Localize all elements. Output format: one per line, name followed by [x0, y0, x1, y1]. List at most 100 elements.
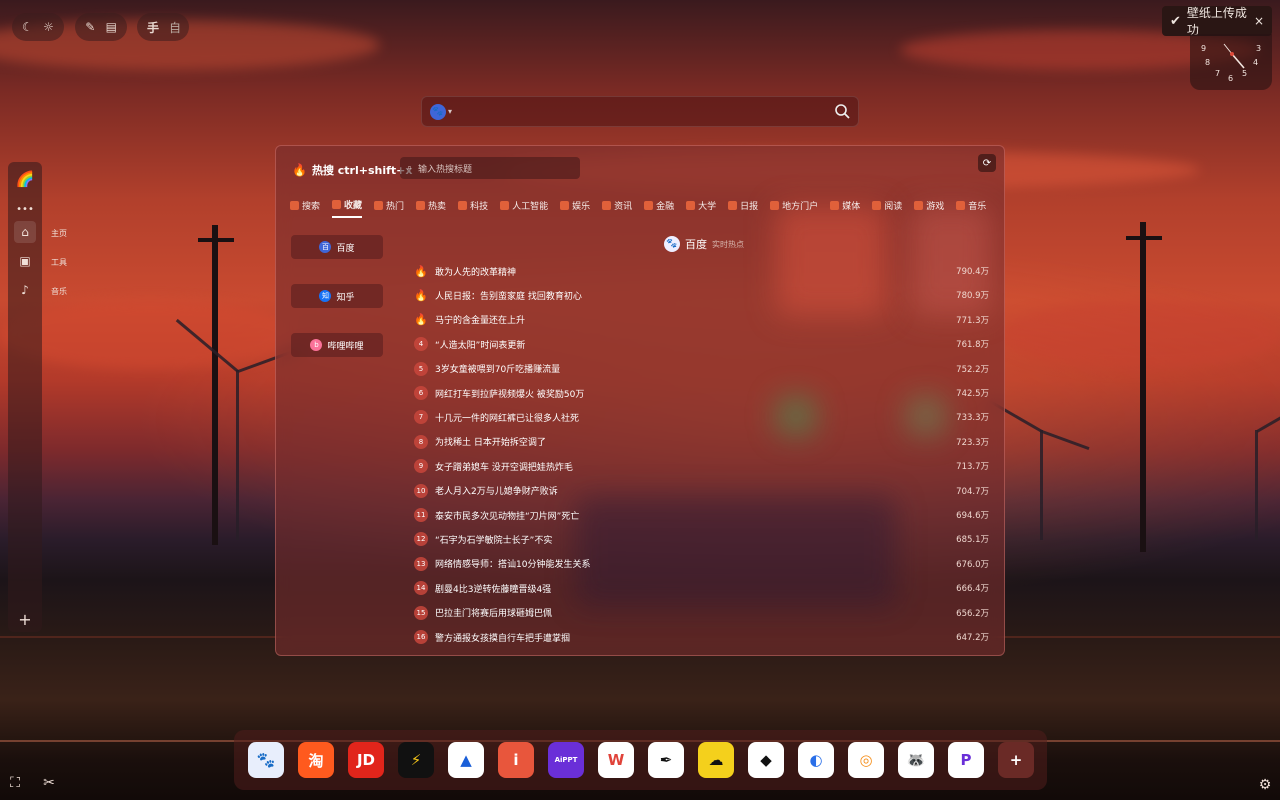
- tab-category[interactable]: 资讯: [602, 196, 632, 218]
- sun-icon[interactable]: ☼: [43, 20, 54, 34]
- hand-mode-button[interactable]: 手: [147, 20, 159, 35]
- dock-app-app15[interactable]: P: [948, 742, 984, 778]
- item-title[interactable]: 泰安市民多次见动物挂“刀片网”死亡: [435, 509, 956, 522]
- dock-app-app13[interactable]: ◎: [848, 742, 884, 778]
- item-title[interactable]: 女子蹭弟媳车 没开空调把娃热炸毛: [435, 460, 956, 473]
- item-title[interactable]: 网络情感导师：搭讪10分钟能发生关系: [435, 557, 956, 570]
- sidebar-item-label[interactable]: 音乐: [51, 286, 67, 297]
- gear-icon[interactable]: ⚙: [1256, 776, 1274, 794]
- category-label: 热门: [386, 202, 405, 212]
- rainbow-icon[interactable]: 🌈: [14, 168, 36, 190]
- list-item[interactable]: 7 十几元一件的网红裤已让很多人社死 733.3万: [414, 408, 989, 426]
- dock-app-jd[interactable]: JD: [348, 742, 384, 778]
- edit-icon[interactable]: ✎: [85, 20, 96, 34]
- tab-category[interactable]: 日报: [728, 196, 758, 218]
- list-item[interactable]: 5 3岁女童被喂到70斤吃播赚流量 752.2万: [414, 360, 989, 378]
- item-heat: 742.5万: [956, 389, 989, 399]
- toast-close-button[interactable]: ×: [1254, 14, 1264, 28]
- tab-category[interactable]: 收藏: [332, 196, 363, 218]
- list-item[interactable]: 13 网络情感导师：搭讪10分钟能发生关系 676.0万: [414, 555, 989, 573]
- list-item[interactable]: 11 泰安市民多次见动物挂“刀片网”死亡 694.6万: [414, 506, 989, 524]
- search-engine-icon[interactable]: 🐾: [430, 104, 446, 120]
- list-item[interactable]: 🔥 马宁的含金量还在上升 771.3万: [414, 311, 989, 329]
- tab-category[interactable]: 娱乐: [560, 196, 590, 218]
- item-title[interactable]: 警方通报女孩摸自行车把手遭掌掴: [435, 631, 956, 644]
- toolbox-icon[interactable]: ▣: [14, 250, 36, 272]
- auto-mode-button[interactable]: 自: [169, 20, 181, 35]
- moon-icon[interactable]: ☾: [22, 20, 33, 34]
- item-title[interactable]: 网红打车到拉萨视频爆火 被奖励50万: [435, 387, 956, 400]
- sidebar-item-label[interactable]: 工具: [51, 257, 67, 268]
- dock-app-app9[interactable]: ✒: [648, 742, 684, 778]
- dock-app-baidu[interactable]: 🐾: [248, 742, 284, 778]
- dock-app-taobao[interactable]: 淘: [298, 742, 334, 778]
- item-title[interactable]: 为找稀土 日本开始拆空调了: [435, 435, 956, 448]
- more-icon[interactable]: •••: [14, 198, 36, 220]
- main-search-bar[interactable]: 🐾 ▾: [421, 96, 859, 127]
- list-item[interactable]: 14 剧曼4比3逆转佐藤瞳晋级4强 666.4万: [414, 579, 989, 597]
- tab-category[interactable]: 大学: [686, 196, 716, 218]
- list-item[interactable]: 6 网红打车到拉萨视频爆火 被奖励50万 742.5万: [414, 384, 989, 402]
- chevron-down-icon[interactable]: ▾: [448, 107, 452, 116]
- search-icon[interactable]: [834, 103, 850, 119]
- list-item[interactable]: 9 女子蹭弟媳车 没开空调把娃热炸毛 713.7万: [414, 457, 989, 475]
- music-icon[interactable]: ♪: [14, 279, 36, 301]
- item-heat: 694.6万: [956, 511, 989, 521]
- item-title[interactable]: 十几元一件的网红裤已让很多人社死: [435, 411, 956, 424]
- source-item[interactable]: 百百度: [291, 235, 383, 259]
- dock-app-app11[interactable]: ◆: [748, 742, 784, 778]
- item-title[interactable]: 巴拉圭门将赛后用球砸姆巴佩: [435, 606, 956, 619]
- dock-app-app14[interactable]: 🦝: [898, 742, 934, 778]
- item-title[interactable]: 马宁的含金量还在上升: [435, 313, 956, 326]
- add-icon[interactable]: +: [14, 608, 36, 630]
- tab-category[interactable]: 热门: [374, 196, 404, 218]
- item-title[interactable]: 敢为人先的改革精神: [435, 265, 956, 278]
- dock-app-app10[interactable]: ☁: [698, 742, 734, 778]
- list-item[interactable]: 16 警方通报女孩摸自行车把手遭掌掴 647.2万: [414, 628, 989, 646]
- tab-category[interactable]: 地方门户: [770, 196, 818, 218]
- dock-app-app12[interactable]: ◐: [798, 742, 834, 778]
- tab-category[interactable]: 阅读: [872, 196, 902, 218]
- list-item[interactable]: 8 为找稀土 日本开始拆空调了 723.3万: [414, 433, 989, 451]
- list-item[interactable]: 🔥 人民日报：告别蛮家庭 找回教育初心 780.9万: [414, 286, 989, 304]
- item-title[interactable]: “石宇为石学敏院士长子”不实: [435, 533, 956, 546]
- tab-category[interactable]: 搜索: [290, 196, 320, 218]
- list-item[interactable]: 15 巴拉圭门将赛后用球砸姆巴佩 656.2万: [414, 604, 989, 622]
- tab-category[interactable]: 游戏: [914, 196, 944, 218]
- dock-app-app4[interactable]: ⚡: [398, 742, 434, 778]
- wallpaper-icon[interactable]: ⛶: [6, 774, 24, 792]
- list-item[interactable]: 12 “石宇为石学敏院士长子”不实 685.1万: [414, 530, 989, 548]
- dock-app-app5[interactable]: ▲: [448, 742, 484, 778]
- tab-category[interactable]: 音乐: [956, 196, 986, 218]
- category-label: 媒体: [842, 202, 861, 212]
- source-item[interactable]: b 哔哩哔哩: [291, 333, 383, 357]
- tab-category[interactable]: 金融: [644, 196, 674, 218]
- home-icon[interactable]: ⌂: [14, 221, 36, 243]
- dock-app-aippt[interactable]: AiPPT: [548, 742, 584, 778]
- tab-category[interactable]: 科技: [458, 196, 488, 218]
- dock-app-add-icon[interactable]: +: [998, 742, 1034, 778]
- dock-app-app6[interactable]: i: [498, 742, 534, 778]
- tab-category[interactable]: 人工智能: [500, 196, 548, 218]
- item-title[interactable]: 3岁女童被喂到70斤吃播赚流量: [435, 362, 956, 375]
- item-title[interactable]: “人造太阳”时间表更新: [435, 338, 956, 351]
- item-title[interactable]: 人民日报：告别蛮家庭 找回教育初心: [435, 289, 956, 302]
- tab-category[interactable]: 媒体: [830, 196, 860, 218]
- refresh-icon[interactable]: ⟳: [978, 154, 996, 172]
- dock-app-wps[interactable]: W: [598, 742, 634, 778]
- list-item[interactable]: 4 “人造太阳”时间表更新 761.8万: [414, 335, 989, 353]
- category-icon: [500, 201, 510, 210]
- item-heat: 733.3万: [956, 413, 989, 424]
- panel-title-text: 热搜 ctrl+shift+x: [311, 164, 413, 177]
- tools-icon[interactable]: ✂: [40, 774, 58, 792]
- fire-icon: 🔥: [414, 288, 428, 302]
- list-item[interactable]: 🔥 敢为人先的改革精神 790.4万: [414, 262, 989, 280]
- source-item[interactable]: 知知乎: [291, 284, 383, 308]
- item-title[interactable]: 老人月入2万与儿媳争财产败诉: [435, 484, 956, 497]
- hot-search-input[interactable]: ⌕ 输入热搜标题: [400, 157, 580, 179]
- folder-icon[interactable]: ▤: [106, 20, 117, 34]
- sidebar-item-label[interactable]: 主页: [51, 228, 67, 239]
- tab-category[interactable]: 热卖: [416, 196, 446, 218]
- list-item[interactable]: 10 老人月入2万与儿媳争财产败诉 704.7万: [414, 482, 989, 500]
- item-title[interactable]: 剧曼4比3逆转佐藤瞳晋级4强: [435, 582, 956, 595]
